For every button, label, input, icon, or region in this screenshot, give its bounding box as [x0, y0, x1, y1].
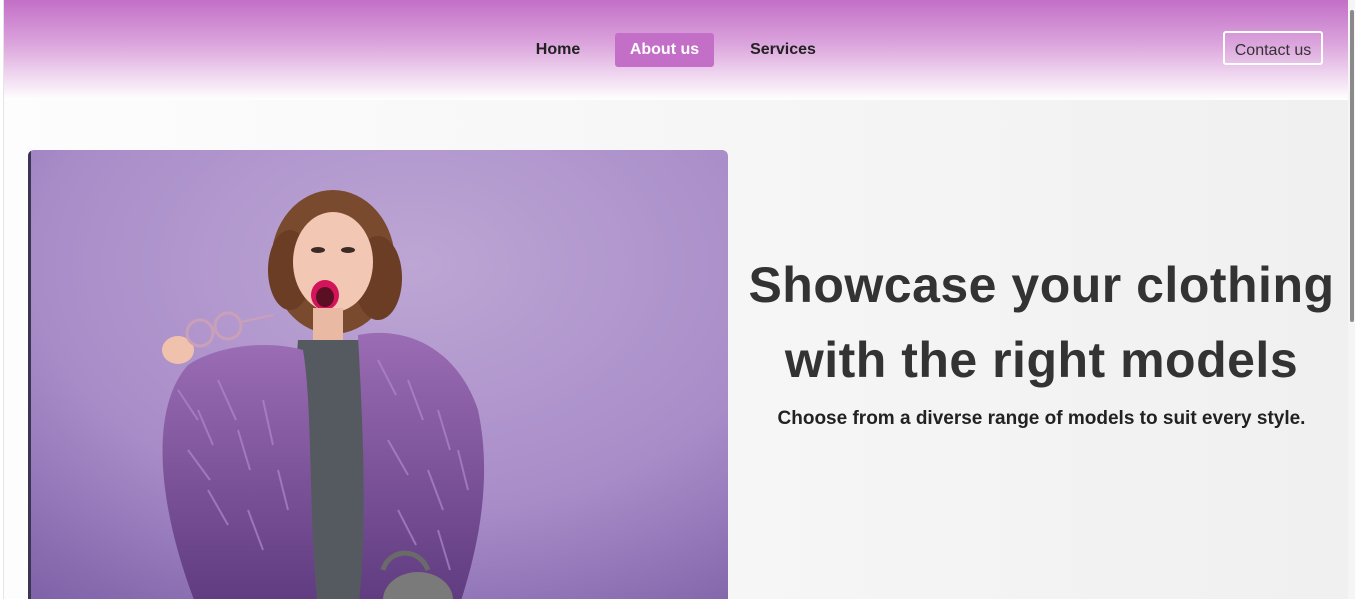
page: Home About us Services Contact us Showca… — [4, 0, 1348, 599]
hero-subtitle: Choose from a diverse range of models to… — [777, 408, 1306, 429]
nav-about-us-link[interactable]: About us — [615, 33, 714, 67]
hero-image — [28, 150, 728, 599]
scrollbar-thumb[interactable] — [1350, 10, 1354, 322]
nav-home-link[interactable]: Home — [528, 33, 588, 67]
vertical-scrollbar[interactable] — [1348, 0, 1355, 599]
contact-us-button[interactable]: Contact us — [1223, 31, 1323, 65]
site-header: Home About us Services Contact us — [4, 0, 1348, 100]
hero-text: Showcase your clothing with the right mo… — [744, 248, 1339, 430]
model-photo — [28, 150, 728, 599]
main-nav: Home About us Services — [4, 33, 1348, 67]
nav-services-link[interactable]: Services — [743, 33, 823, 67]
hero-title: Showcase your clothing with the right mo… — [748, 257, 1335, 388]
